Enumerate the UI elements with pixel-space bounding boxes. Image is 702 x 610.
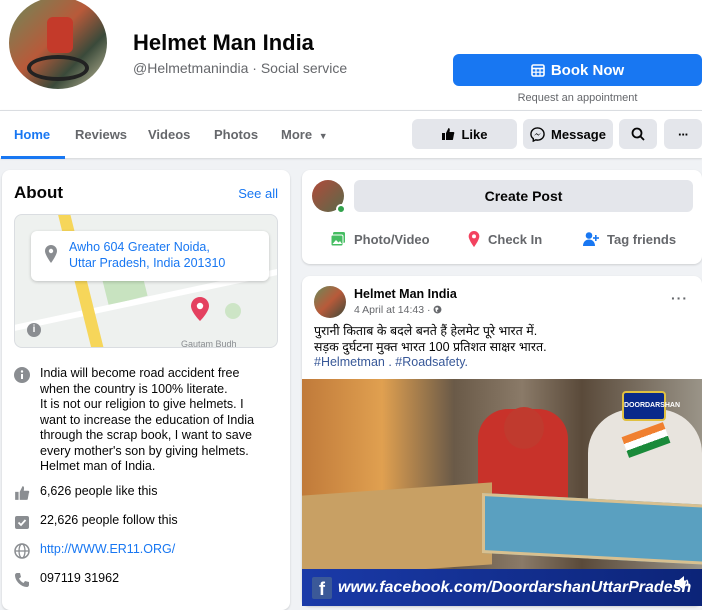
about-follows-row: 22,626 people follow this	[14, 513, 178, 530]
page-handle: @Helmetmanindia	[133, 60, 249, 76]
video-book	[482, 492, 702, 566]
online-status-dot	[336, 204, 346, 214]
page-title[interactable]: Helmet Man India	[133, 30, 314, 56]
address-text: Awho 604 Greater Noida, Uttar Pradesh, I…	[69, 239, 225, 271]
description-line: every mother's son by giving helmets.	[40, 443, 249, 458]
phone-number[interactable]: 097119 31962	[40, 571, 119, 588]
calendar-icon	[531, 64, 545, 77]
photo-video-label: Photo/Video	[354, 231, 430, 247]
video-banner: f www.facebook.com/DoordarshanUttarPrade…	[302, 569, 702, 606]
map-info-icon[interactable]: i	[27, 323, 41, 337]
create-post-card: Create Post Photo/Video Check In Tag fri…	[302, 170, 702, 264]
tab-more[interactable]: More ▼	[281, 111, 328, 158]
map-place-label: Gautam Budh	[181, 339, 237, 348]
location-pin-icon	[468, 231, 480, 247]
follows-count: 22,626 people follow this	[40, 513, 178, 527]
book-now-caption: Request an appointment	[517, 92, 638, 104]
check-in-button[interactable]: Check In	[468, 226, 542, 252]
description-line: It is not our religion to give helmets. …	[40, 397, 244, 411]
address-line-1: Awho 604 Greater Noida,	[69, 240, 210, 254]
avatar-rider	[47, 17, 73, 53]
messenger-icon	[530, 126, 545, 142]
post-video[interactable]: DOORDARSHAN f www.facebook.com/Doordarsh…	[302, 379, 702, 606]
post-timestamp-text: 4 April at 14:43 ·	[354, 304, 431, 316]
post-options-button[interactable]: ···	[671, 290, 688, 306]
like-label: Like	[461, 126, 488, 142]
composer-actions: Photo/Video Check In Tag friends	[302, 226, 702, 252]
thumbs-up-icon	[442, 128, 455, 140]
address-box[interactable]: Awho 604 Greater Noida, Uttar Pradesh, I…	[31, 231, 269, 281]
page-category[interactable]: Social service	[261, 60, 347, 76]
about-description-row: India will become road accident free whe…	[14, 366, 254, 475]
tag-friends-icon	[583, 232, 599, 246]
video-banner-text: www.facebook.com/DoordarshanUttarPradesh	[338, 578, 692, 596]
about-phone-row: 097119 31962	[14, 571, 119, 588]
tab-more-label: More	[281, 127, 313, 142]
photo-video-button[interactable]: Photo/Video	[330, 226, 430, 252]
post-author-name[interactable]: Helmet Man India	[354, 287, 457, 301]
message-label: Message	[551, 126, 606, 142]
volume-icon[interactable]	[674, 575, 692, 591]
about-card: About See all Awho 604 Greater Noida, Ut…	[2, 170, 290, 610]
page-nav: Home Reviews Videos Photos More ▼ Like M…	[0, 110, 702, 159]
tag-friends-label: Tag friends	[607, 231, 677, 247]
website-link[interactable]: http://WWW.ER11.ORG/	[40, 542, 175, 559]
globe-icon	[14, 543, 30, 559]
search-button[interactable]	[619, 119, 657, 149]
chevron-down-icon: ▼	[318, 131, 328, 141]
book-now-label: Book Now	[550, 61, 625, 79]
follow-check-icon	[15, 516, 29, 529]
post-author-avatar[interactable]	[314, 286, 346, 318]
create-post-button[interactable]: Create Post	[354, 180, 693, 212]
message-button[interactable]: Message	[523, 119, 613, 149]
post-text-line: पुरानी किताब के बदले बनते हैं हेलमेट पूर…	[314, 324, 538, 338]
like-button[interactable]: Like	[412, 119, 517, 149]
feed-post: Helmet Man India 4 April at 14:43 · ··· …	[302, 276, 702, 606]
tab-home[interactable]: Home	[0, 111, 66, 159]
search-icon	[631, 127, 645, 141]
page-subtitle: @Helmetmanindia · Social service	[133, 60, 347, 76]
thumbs-up-icon	[15, 486, 30, 500]
about-likes-row: 6,626 people like this	[14, 484, 157, 501]
location-pin-icon	[45, 245, 57, 263]
description-line: Helmet man of India.	[40, 459, 156, 473]
video-box	[302, 482, 492, 578]
tag-friends-button[interactable]: Tag friends	[583, 226, 676, 252]
post-timestamp[interactable]: 4 April at 14:43 ·	[354, 304, 442, 316]
map-park	[225, 303, 241, 319]
about-description: India will become road accident free whe…	[40, 366, 254, 475]
photo-icon	[330, 232, 345, 247]
channel-logo: DOORDARSHAN	[622, 391, 680, 421]
book-now-button[interactable]: Book Now	[453, 54, 702, 86]
info-icon	[14, 367, 30, 383]
description-line: when the country is 100% literate.	[40, 381, 228, 396]
post-body: पुरानी किताब के बदले बनते हैं हेलमेट पूर…	[314, 323, 694, 355]
post-text-line: सड़क दुर्घटना मुक्त भारत 100 प्रतिशत साक…	[314, 340, 547, 354]
likes-count: 6,626 people like this	[40, 484, 158, 498]
tab-reviews[interactable]: Reviews	[75, 111, 127, 158]
post-hashtags[interactable]: #Helmetman . #Roadsafety.	[314, 355, 468, 369]
about-title: About	[14, 183, 64, 202]
avatar-bicycle	[27, 55, 89, 81]
tab-videos[interactable]: Videos	[148, 111, 190, 158]
description-line: India will become road accident free	[40, 366, 240, 380]
globe-icon	[433, 305, 442, 314]
facebook-logo-icon: f	[312, 576, 332, 599]
check-in-label: Check In	[488, 231, 543, 247]
page-header: Helmet Man India @Helmetmanindia · Socia…	[0, 0, 702, 110]
see-all-link[interactable]: See all	[238, 186, 278, 201]
about-website-row: http://WWW.ER11.ORG/	[14, 542, 175, 559]
more-dots-icon: ···	[678, 126, 689, 142]
video-person-head	[504, 407, 544, 449]
description-line: want to increase the education of India	[40, 412, 255, 427]
location-map[interactable]: Awho 604 Greater Noida, Uttar Pradesh, I…	[14, 214, 278, 348]
map-marker-icon	[191, 297, 209, 321]
subtitle-separator: ·	[252, 60, 257, 76]
address-line-2: Uttar Pradesh, India 201310	[69, 256, 226, 270]
tab-photos[interactable]: Photos	[214, 111, 258, 158]
more-options-button[interactable]: ···	[664, 119, 702, 149]
phone-icon	[15, 573, 29, 587]
description-line: through the scrap book, I want to save	[40, 428, 252, 442]
profile-avatar[interactable]	[6, 0, 110, 92]
